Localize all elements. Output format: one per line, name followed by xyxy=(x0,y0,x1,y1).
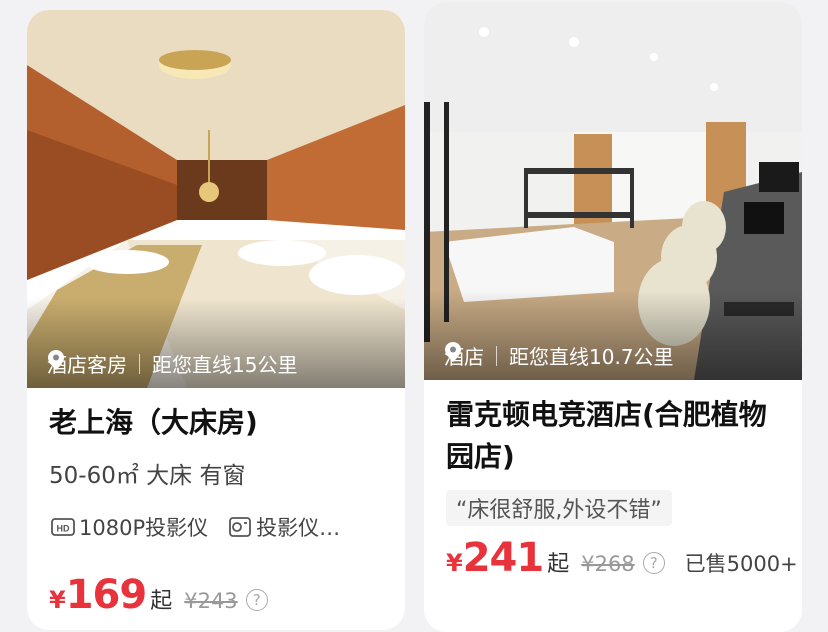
sold-count: 已售5000+ xyxy=(684,552,798,576)
hotel-title[interactable]: 老上海（大床房) xyxy=(49,402,258,444)
photo-caption: 酒店 距您直线10.7公里 xyxy=(444,341,674,370)
divider xyxy=(496,345,497,366)
hotel-title[interactable]: 雷克顿电竞酒店(合肥植物园店) xyxy=(446,394,786,478)
original-price: ¥268 xyxy=(581,552,635,576)
original-price: ¥243 xyxy=(184,589,238,613)
price: 241 xyxy=(462,535,544,581)
svg-text:HD: HD xyxy=(57,524,70,534)
hd-icon: HD xyxy=(51,518,75,536)
price-row: ¥ 169 起 ¥243 ? xyxy=(49,572,268,618)
price-row: ¥ 241 起 ¥268 ? 已售5000+ xyxy=(446,535,798,581)
feature-list: HD 1080P投影仪 投影仪… xyxy=(51,512,360,542)
feature-item: 投影仪… xyxy=(228,512,340,542)
room-photo[interactable]: 酒店 距您直线10.7公里 xyxy=(424,2,802,380)
distance-text: 距您直线10.7公里 xyxy=(509,345,674,369)
hotel-card[interactable]: 酒店 距您直线10.7公里 雷克顿电竞酒店(合肥植物园店) “床很舒服,外设不错… xyxy=(424,2,802,632)
projector-icon xyxy=(229,517,252,537)
price-from-label: 起 xyxy=(547,552,570,577)
price-from-label: 起 xyxy=(150,589,173,614)
help-icon[interactable]: ? xyxy=(642,552,665,574)
location-pin-icon xyxy=(48,350,64,370)
price: 169 xyxy=(65,572,147,618)
currency-symbol: ¥ xyxy=(446,549,463,577)
currency-symbol: ¥ xyxy=(49,586,66,614)
room-photo[interactable]: 酒店客房 距您直线15公里 xyxy=(27,10,405,388)
feature-label: 投影仪… xyxy=(256,516,341,540)
location-pin-icon xyxy=(445,342,461,362)
review-snippet: “床很舒服,外设不错” xyxy=(446,490,672,526)
help-icon[interactable]: ? xyxy=(245,589,268,611)
room-specs: 50-60㎡ 大床 有窗 xyxy=(49,463,246,489)
feature-label: 1080P投影仪 xyxy=(79,516,209,540)
feature-item: HD 1080P投影仪 xyxy=(51,512,208,542)
distance-text: 距您直线15公里 xyxy=(152,353,298,377)
photo-caption: 酒店客房 距您直线15公里 xyxy=(47,349,297,378)
hotel-card[interactable]: 酒店客房 距您直线15公里 老上海（大床房) 50-60㎡ 大床 有窗 HD 1… xyxy=(27,10,405,630)
divider xyxy=(139,353,140,374)
